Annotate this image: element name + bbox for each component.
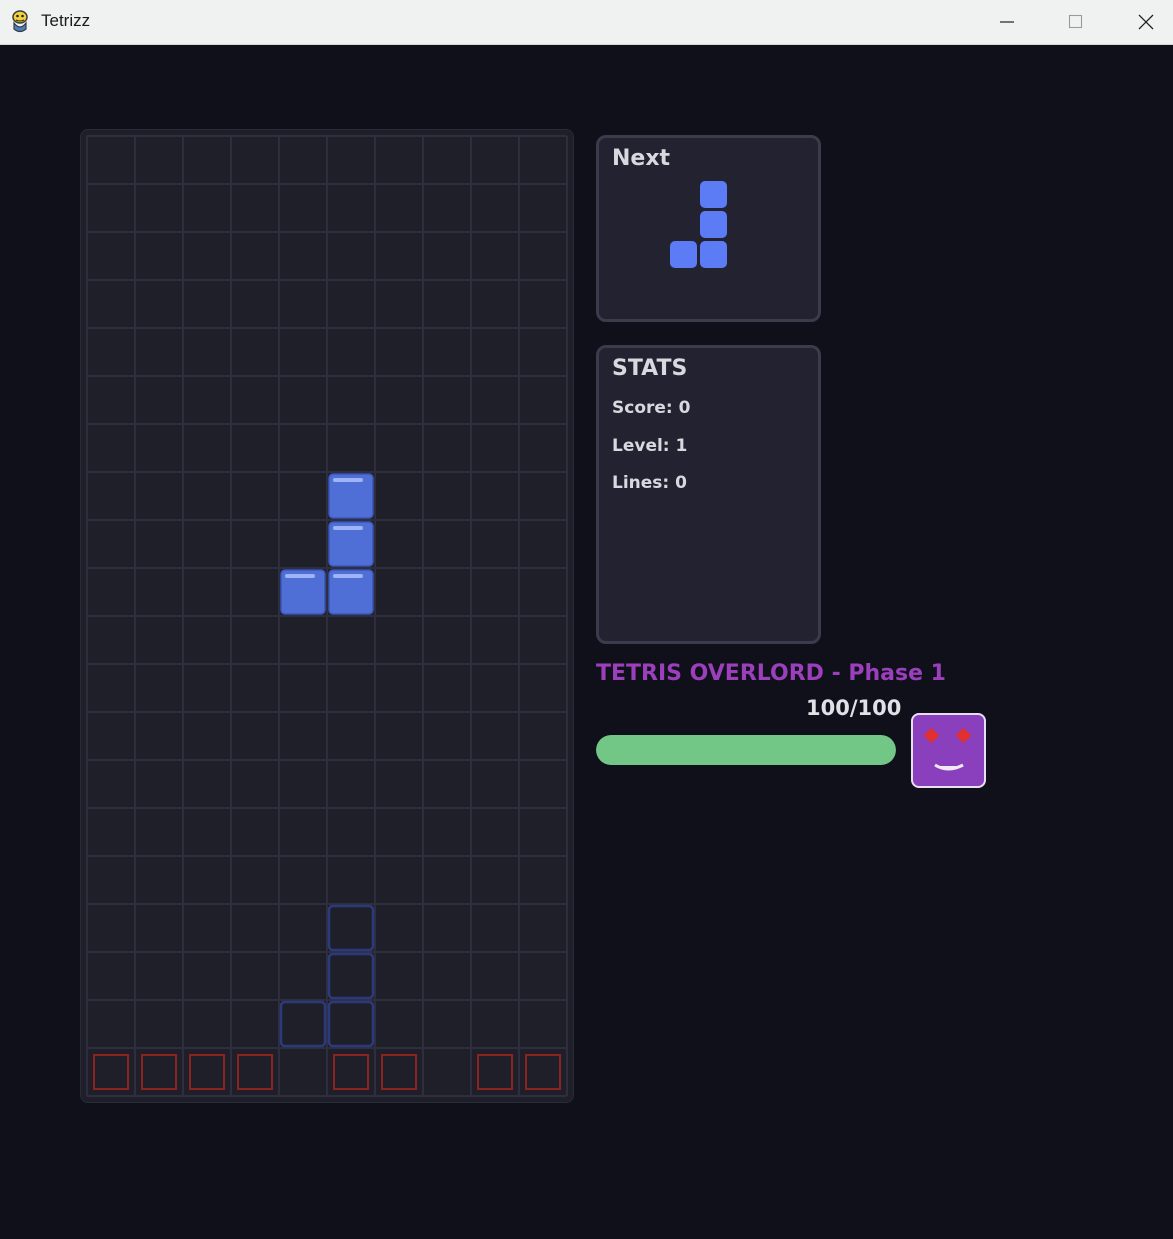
close-icon xyxy=(1138,14,1154,30)
garbage-block xyxy=(477,1054,513,1090)
boss-hp-text: 100/100 xyxy=(806,696,902,720)
next-piece-preview xyxy=(670,181,727,268)
active-piece-highlight xyxy=(333,526,363,530)
next-piece-block xyxy=(700,241,727,268)
garbage-block xyxy=(93,1054,129,1090)
boss-face-icon xyxy=(923,727,972,771)
garbage-block xyxy=(381,1054,417,1090)
stats-panel: STATS Score: 0 Level: 1 Lines: 0 xyxy=(596,345,821,644)
minimize-icon xyxy=(1000,21,1014,23)
boss-health-bar xyxy=(596,735,896,765)
next-piece-block xyxy=(700,211,727,238)
boss-title: TETRIS OVERLORD - Phase 1 xyxy=(596,661,946,686)
active-piece-highlight xyxy=(333,574,363,578)
stats-panel-title: STATS xyxy=(612,356,688,381)
maximize-button[interactable] xyxy=(1046,0,1106,44)
garbage-block xyxy=(333,1054,369,1090)
garbage-block xyxy=(525,1054,561,1090)
game-board[interactable] xyxy=(80,129,574,1103)
lines-value: Lines: 0 xyxy=(612,473,687,493)
garbage-block xyxy=(189,1054,225,1090)
ghost-block xyxy=(279,1000,327,1048)
window-titlebar: Tetrizz xyxy=(0,0,1173,45)
next-piece-block xyxy=(700,181,727,208)
level-value: Level: 1 xyxy=(612,436,688,456)
ghost-block xyxy=(327,904,375,952)
board-grid xyxy=(86,135,568,1097)
next-piece-block xyxy=(670,241,697,268)
garbage-block xyxy=(237,1054,273,1090)
active-piece-highlight xyxy=(333,478,363,482)
maximize-icon xyxy=(1068,14,1083,29)
next-piece-panel: Next xyxy=(596,135,821,322)
close-button[interactable] xyxy=(1116,0,1173,44)
boss-avatar xyxy=(911,713,986,788)
garbage-block xyxy=(141,1054,177,1090)
ghost-block xyxy=(327,1000,375,1048)
minimize-button[interactable] xyxy=(977,0,1037,44)
python-snake-icon xyxy=(9,9,31,33)
ghost-block xyxy=(327,952,375,1000)
boss-health-fill xyxy=(596,735,896,765)
window-title: Tetrizz xyxy=(41,11,91,30)
next-panel-title: Next xyxy=(612,146,671,171)
active-piece-highlight xyxy=(285,574,315,578)
score-value: Score: 0 xyxy=(612,398,691,418)
